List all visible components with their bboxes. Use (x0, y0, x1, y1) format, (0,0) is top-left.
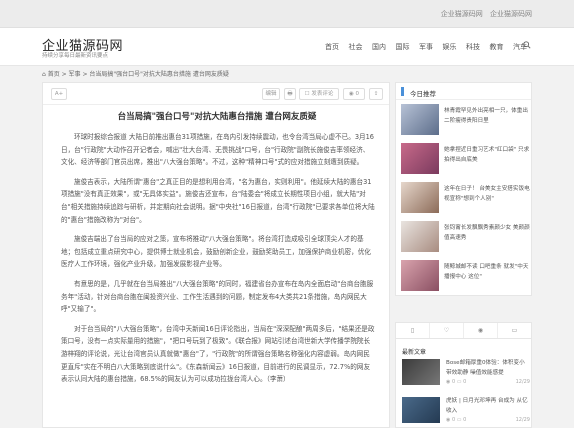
recommend-item[interactable]: 这年在日子！ 台美女主安搭实饭电视宣称"想到个人别" (396, 178, 531, 217)
view-count: 0 (451, 379, 456, 385)
font-size-button[interactable]: A+ (51, 88, 67, 100)
heart-icon: ♡ (443, 327, 450, 334)
nav-item[interactable]: 科技 (466, 42, 480, 52)
latest-item[interactable]: Bose邮箱厚重0体验：体积变小带效助静 噪值效能感提 ◉ 0 ▭ 0 12/2… (402, 359, 530, 387)
share-icon[interactable]: ⇪ (369, 88, 383, 100)
nav-item[interactable]: 首页 (325, 42, 339, 52)
top-bar: 企业猫源码网 企业猫源码网 (0, 0, 574, 28)
recommend-item-text[interactable]: 这年在日子！ 台美女主安搭实饭电视宣称"想到个人别" (444, 184, 530, 204)
eye-icon: ◉ (446, 417, 451, 423)
nav-item[interactable]: 社会 (349, 42, 363, 52)
article-paragraph: 环球时报综合报道 大陆日前推出惠台31项措施，在岛内引发持续震动，也令台湾当局心… (61, 133, 375, 167)
latest-item-text[interactable]: 虎妖 | 日月光邓坤再 台成为 从亿收入 (446, 397, 530, 416)
thumbnail-image[interactable] (402, 397, 440, 423)
article-paragraph: 施俊吉端出了台当局的应对之策，宣布将推动"八大强台策略"。将台湾打造成吸引全球顶… (61, 235, 371, 269)
nav-item[interactable]: 军事 (419, 42, 433, 52)
nav-item[interactable]: 娱乐 (443, 42, 457, 52)
nav-item[interactable]: 教育 (490, 42, 504, 52)
thumbnail-image[interactable] (402, 359, 440, 385)
article-paragraph: 对于台当局的"八大强台策略"，台湾中天新闻16日评论指出，当局在"深深配酿"两周… (61, 324, 375, 384)
recommend-item-text[interactable]: 她拿捏近日重习艺术"红口袋" 只求拍得出自底美 (444, 145, 530, 165)
article-title: 台当局搞"强台口号"对抗大陆惠台措施 遭台网友质疑 (117, 112, 317, 122)
comment-count: 0 (463, 417, 467, 423)
recommend-panel: 今日推荐 林青霞罕见外出亮相一只，体重出二阶瘦得贵阳日里 她拿捏近日重习艺术"红… (395, 82, 532, 296)
article-paragraph: 有意思的是，几乎就在台当局推出"八大强台策略"的同时，福建省台办宣布在岛内全面启… (61, 279, 374, 314)
recommend-item-text[interactable]: 张钧甯长发飘飘秀素颜少女 美颜颜值高速秀 (444, 223, 530, 243)
edit-button[interactable]: 编辑 (262, 88, 280, 100)
article-paragraph: 施俊吉表示，大陆所谓"惠台"之真正目的是想利用台湾，"名为惠台，实则利用"。他延… (61, 177, 375, 224)
views-count: 0 (355, 91, 360, 97)
eye-icon: ◉ (446, 379, 451, 385)
eye-icon: ◉ (477, 327, 484, 334)
tab-comments[interactable]: ▭ (498, 323, 531, 338)
search-icon[interactable] (523, 41, 531, 49)
thumbnail-image[interactable] (401, 221, 439, 252)
article-panel: A+ 编辑 🖶 ☐ 发表评论 ◉ 0 ⇪ 台当局搞"强台口号"对抗大陆惠台措施 … (42, 82, 390, 428)
latest-item-meta: ◉ 0 ▭ 0 12/29 (446, 379, 530, 385)
comment-label: 发表评论 (311, 91, 334, 97)
view-count: 0 (451, 417, 456, 423)
thumbnail-image[interactable] (401, 260, 439, 291)
latest-item-text[interactable]: Bose邮箱厚重0体验：体积变小带效助静 噪值效能感提 (446, 359, 530, 378)
print-icon[interactable]: 🖶 (284, 88, 296, 100)
publish-date: 12/29 (515, 417, 530, 423)
breadcrumb-text[interactable]: 首页 > 军事 > 台当局搞"强台口号"对抗大陆惠台措施 遭台网友质疑 (48, 71, 229, 78)
thumbnail-image[interactable] (401, 182, 439, 213)
latest-item[interactable]: 虎妖 | 日月光邓坤再 台成为 从亿收入 ◉ 0 ▭ 0 12/29 (402, 397, 530, 425)
site-slogan: 持续分享每日最新资讯要点 (42, 53, 109, 59)
recommend-item[interactable]: 张钧甯长发飘飘秀素颜少女 美颜颜值高速秀 (396, 217, 531, 256)
site-header: 企业猫源码网 持续分享每日最新资讯要点 首页 社会 国内 国际 军事 娱乐 科技… (0, 28, 574, 66)
nav-item[interactable]: 国内 (372, 42, 386, 52)
views-counter: ◉ 0 (343, 88, 365, 100)
recommend-item-text[interactable]: 林青霞罕见外出亮相一只，体重出二阶瘦得贵阳日里 (444, 106, 530, 126)
recommend-title: 今日推荐 (396, 83, 531, 100)
top-link[interactable]: 企业猫源码网 (490, 10, 532, 18)
latest-panel: 最新文章 Bose邮箱厚重0体验：体积变小带效助静 噪值效能感提 ◉ 0 ▭ 0… (395, 338, 532, 428)
recommend-item-text[interactable]: 随鲸城邮不读 口吧重条 就发"中天播报中心 这位" (444, 262, 530, 282)
breadcrumb: ⌂ 首页 > 军事 > 台当局搞"强台口号"对抗大陆惠台措施 遭台网友质疑 (42, 69, 229, 78)
nav-item[interactable]: 国际 (396, 42, 410, 52)
thumbnail-image[interactable] (401, 143, 439, 174)
thumbnail-image[interactable] (401, 104, 439, 135)
main-nav: 首页 社会 国内 国际 军事 娱乐 科技 教育 汽车 (325, 42, 537, 52)
article-body: 环球时报综合报道 大陆日前推出惠台31项措施，在岛内引发持续震动，也令台湾当局心… (61, 131, 375, 393)
tab-favorite[interactable]: ♡ (430, 323, 464, 338)
comment-count: 0 (463, 379, 467, 385)
latest-title: 最新文章 (402, 349, 427, 356)
document-icon: ▯ (410, 327, 415, 334)
comment-icon: ▭ (456, 417, 462, 423)
tab-document[interactable]: ▯ (396, 323, 430, 338)
top-links: 企业猫源码网 企业猫源码网 (436, 9, 532, 19)
comment-icon: ▭ (511, 327, 518, 334)
recommend-item[interactable]: 她拿捏近日重习艺术"红口袋" 只求拍得出自底美 (396, 139, 531, 178)
latest-item-meta: ◉ 0 ▭ 0 12/29 (446, 417, 530, 423)
comment-button[interactable]: ☐ 发表评论 (299, 88, 339, 100)
recommend-item[interactable]: 林青霞罕见外出亮相一只，体重出二阶瘦得贵阳日里 (396, 100, 531, 139)
sidebar-tabs: ▯ ♡ ◉ ▭ (395, 322, 532, 339)
tab-views[interactable]: ◉ (464, 323, 498, 338)
comment-icon: ▭ (456, 379, 462, 385)
recommend-item[interactable]: 随鲸城邮不读 口吧重条 就发"中天播报中心 这位" (396, 256, 531, 295)
article-toolbar: A+ 编辑 🖶 ☐ 发表评论 ◉ 0 ⇪ (43, 83, 389, 105)
publish-date: 12/29 (515, 379, 530, 385)
top-link[interactable]: 企业猫源码网 (441, 10, 483, 18)
